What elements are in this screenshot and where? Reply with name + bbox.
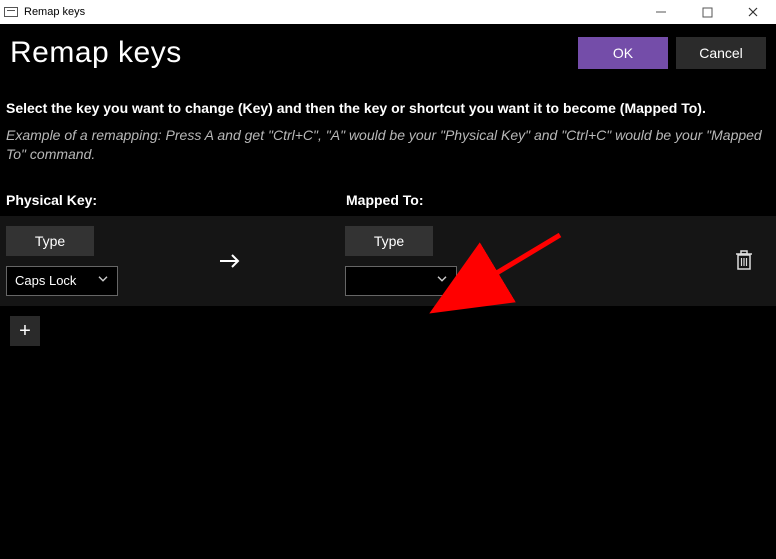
app-icon	[4, 7, 18, 17]
type-physical-button[interactable]: Type	[6, 226, 94, 256]
delete-cell	[730, 216, 758, 306]
mapping-row: Type Caps Lock Type	[0, 216, 776, 306]
chevron-down-icon	[97, 273, 109, 288]
instruction-text: Select the key you want to change (Key) …	[0, 76, 776, 120]
header-row: Remap keys OK Cancel	[0, 24, 776, 76]
window-title: Remap keys	[24, 6, 85, 18]
trash-icon	[734, 249, 754, 271]
arrow-icon	[210, 216, 250, 306]
add-row-area: +	[0, 306, 776, 346]
mapped-to-cell: Type	[345, 216, 515, 306]
delete-row-button[interactable]	[732, 249, 756, 273]
mapped-to-header: Mapped To:	[346, 192, 424, 208]
physical-key-header: Physical Key:	[6, 192, 346, 208]
physical-key-value: Caps Lock	[15, 273, 76, 288]
cancel-button[interactable]: Cancel	[676, 37, 766, 69]
example-text: Example of a remapping: Press A and get …	[0, 120, 776, 174]
titlebar: Remap keys	[0, 0, 776, 24]
minimize-button[interactable]	[638, 0, 684, 24]
ok-button[interactable]: OK	[578, 37, 668, 69]
page-title: Remap keys	[10, 36, 570, 70]
chevron-down-icon	[436, 273, 448, 288]
mapped-to-select[interactable]	[345, 266, 457, 296]
column-headers: Physical Key: Mapped To:	[0, 174, 776, 216]
physical-key-cell: Type Caps Lock	[6, 216, 176, 306]
maximize-button[interactable]	[684, 0, 730, 24]
type-mapped-button[interactable]: Type	[345, 226, 433, 256]
add-mapping-button[interactable]: +	[10, 316, 40, 346]
physical-key-select[interactable]: Caps Lock	[6, 266, 118, 296]
close-button[interactable]	[730, 0, 776, 24]
